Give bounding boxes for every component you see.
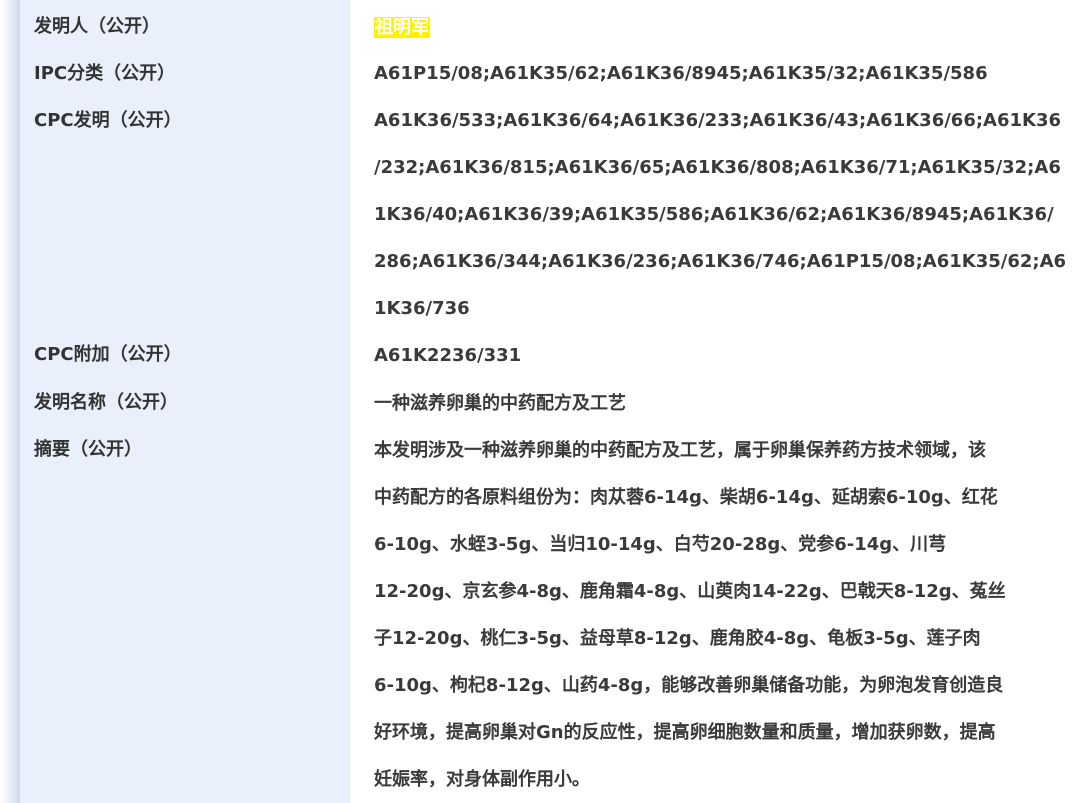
cpc-invention-label: CPC发明（公开）: [34, 110, 182, 131]
cpc-additional-label: CPC附加（公开）: [34, 344, 182, 365]
abstract-line: 妊娠率，对身体副作用小。: [374, 769, 590, 790]
cpc-invention-line: 1K36/40;A61K36/39;A61K35/586;A61K36/62;A…: [374, 204, 1054, 225]
abstract-line: 12-20g、京玄参4-8g、鹿角霜4-8g、山萸肉14-22g、巴戟天8-12…: [374, 581, 1006, 602]
cpc-invention-line: A61K36/533;A61K36/64;A61K36/233;A61K36/4…: [374, 110, 1062, 131]
cpc-invention-line: 1K36/736: [374, 298, 470, 319]
abstract-line: 中药配方的各原料组份为：肉苁蓉6-14g、柴胡6-14g、延胡索6-10g、红花: [374, 487, 998, 508]
inventor-label: 发明人（公开）: [34, 16, 160, 37]
title-value: 一种滋养卵巢的中药配方及工艺: [374, 393, 626, 414]
abstract-label: 摘要（公开）: [34, 439, 142, 460]
cpc-additional-value: A61K2236/331: [374, 345, 522, 366]
abstract-line: 本发明涉及一种滋养卵巢的中药配方及工艺，属于卵巢保养药方技术领域，该: [374, 440, 986, 461]
ipc-label: IPC分类（公开）: [34, 63, 176, 84]
inventor-value[interactable]: 祖明军: [374, 4, 1034, 51]
abstract-line: 6-10g、枸杞8-12g、山药4-8g，能够改善卵巢储备功能，为卵泡发育创造良: [374, 675, 1004, 696]
left-border-strip: [0, 0, 20, 803]
inventor-highlight[interactable]: 祖明军: [374, 17, 430, 38]
title-label: 发明名称（公开）: [34, 392, 178, 413]
abstract-line: 好环境，提高卵巢对Gn的反应性，提高卵细胞数量和质量，增加获卵数，提高: [374, 722, 996, 743]
abstract-line: 子12-20g、桃仁3-5g、益母草8-12g、鹿角胶4-8g、龟板3-5g、莲…: [374, 628, 981, 649]
ipc-value: A61P15/08;A61K35/62;A61K36/8945;A61K35/3…: [374, 63, 988, 84]
abstract-line: 6-10g、水蛭3-5g、当归10-14g、白芍20-28g、党参6-14g、川…: [374, 534, 947, 555]
cpc-invention-line: 286;A61K36/344;A61K36/236;A61K36/746;A61…: [374, 251, 1067, 272]
cpc-invention-line: /232;A61K36/815;A61K36/65;A61K36/808;A61…: [374, 157, 1061, 178]
